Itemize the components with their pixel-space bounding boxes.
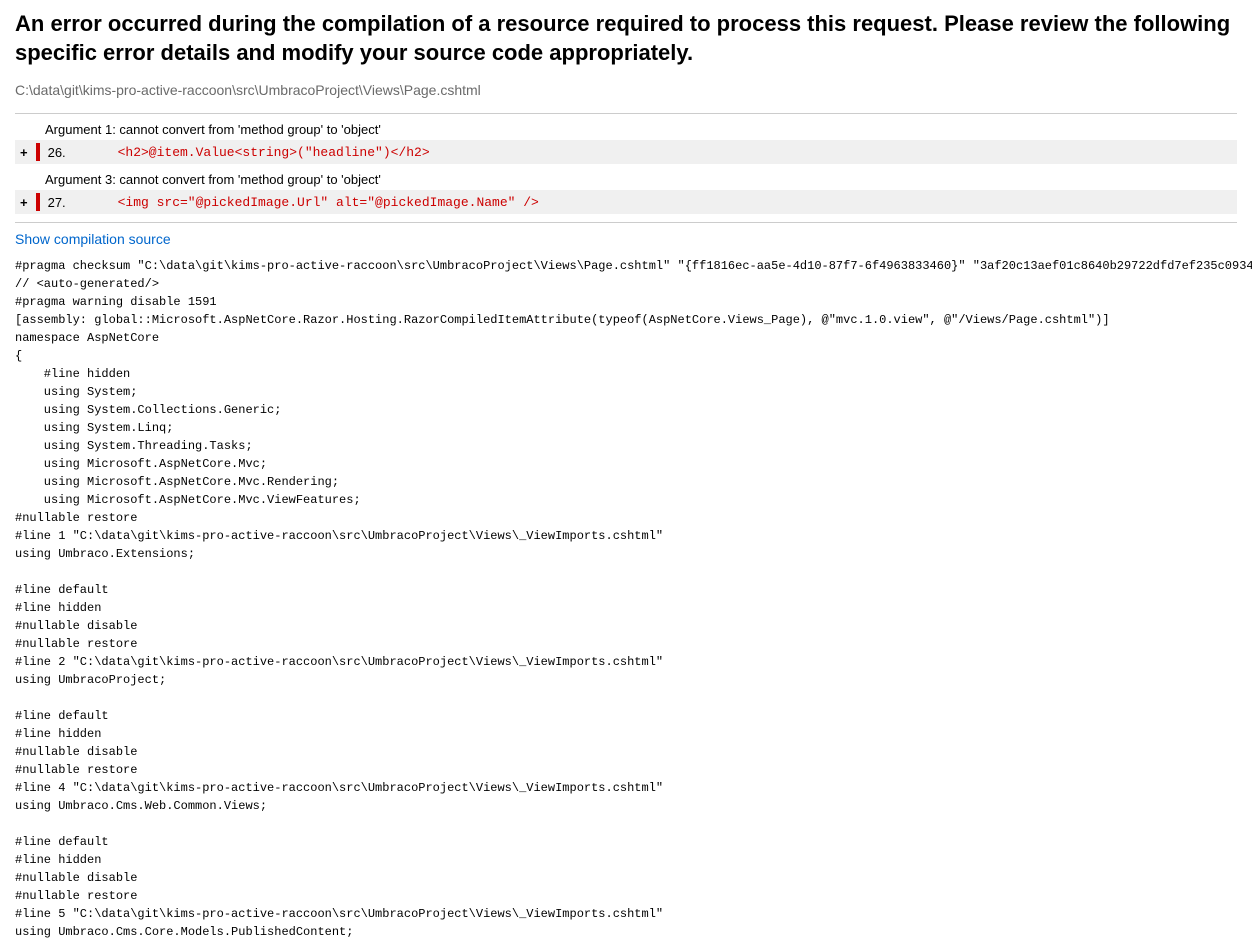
expand-button-1[interactable]: + <box>20 145 28 160</box>
code-snippet-1: <h2>@item.Value<string>("headline")</h2> <box>118 145 430 160</box>
error-message-2: Argument 3: cannot convert from 'method … <box>45 172 1237 187</box>
line-number-1: 26. <box>48 145 78 160</box>
error-message-1: Argument 1: cannot convert from 'method … <box>45 122 1237 137</box>
file-path: C:\data\git\kims-pro-active-raccoon\src\… <box>15 82 1237 98</box>
error-indicator-2 <box>36 193 40 211</box>
code-snippet-2: <img src="@pickedImage.Url" alt="@picked… <box>118 195 539 210</box>
show-compilation-link[interactable]: Show compilation source <box>15 231 171 247</box>
source-code-block: #pragma checksum "C:\data\git\kims-pro-a… <box>15 257 1237 941</box>
expand-button-2[interactable]: + <box>20 195 28 210</box>
error-block-2: Argument 3: cannot convert from 'method … <box>15 172 1237 214</box>
error-page: An error occurred during the compilation… <box>15 10 1237 941</box>
error-block-1: Argument 1: cannot convert from 'method … <box>15 122 1237 164</box>
code-line-row-2: + 27. <img src="@pickedImage.Url" alt="@… <box>15 190 1237 214</box>
error-indicator-1 <box>36 143 40 161</box>
code-line-row-1: + 26. <h2>@item.Value<string>("headline"… <box>15 140 1237 164</box>
divider-top <box>15 113 1237 114</box>
error-heading: An error occurred during the compilation… <box>15 10 1237 67</box>
line-number-2: 27. <box>48 195 78 210</box>
divider-middle <box>15 222 1237 223</box>
